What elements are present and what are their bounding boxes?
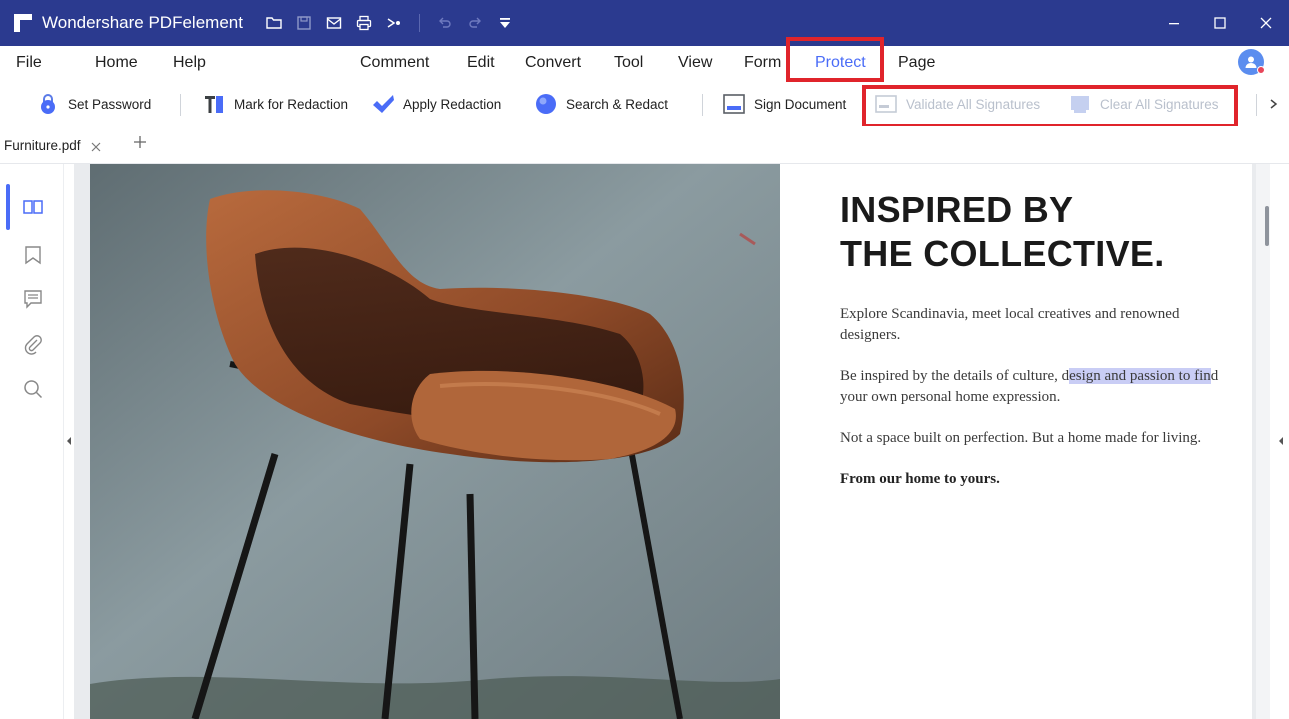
checkmark-icon [371, 92, 395, 116]
separator [418, 14, 420, 32]
share-icon[interactable] [379, 8, 409, 38]
clear-all-signatures-label: Clear All Signatures [1100, 96, 1219, 112]
comment-icon[interactable] [22, 288, 44, 310]
paragraph-3: Not a space built on perfection. But a h… [840, 430, 1202, 446]
paragraph-2-start: Be inspired by the details of culture, d [840, 368, 1070, 384]
customize-dropdown-icon[interactable] [490, 8, 520, 38]
menu-bar: File Home Help Comment Edit Convert Tool… [0, 46, 1289, 82]
add-tab-icon[interactable] [132, 134, 148, 150]
pdfelement-logo-icon [14, 14, 32, 32]
title-bar: Wondershare PDFelement [0, 0, 1289, 46]
menu-page[interactable]: Page [898, 46, 935, 82]
mail-icon[interactable] [319, 8, 349, 38]
user-avatar[interactable] [1238, 49, 1265, 75]
validate-all-signatures-button[interactable]: Validate All Signatures [874, 88, 1040, 120]
active-indicator [6, 184, 10, 230]
clear-signature-icon [1068, 92, 1092, 116]
minimize-icon[interactable] [1151, 0, 1197, 46]
mark-redaction-icon [202, 92, 226, 116]
redo-icon[interactable] [460, 8, 490, 38]
lock-icon [36, 92, 60, 116]
validate-all-signatures-label: Validate All Signatures [906, 96, 1041, 112]
vertical-scrollbar[interactable] [1256, 164, 1270, 719]
folder-icon[interactable] [259, 8, 289, 38]
sign-document-icon [722, 92, 746, 116]
close-tab-icon[interactable] [91, 140, 101, 152]
heading-line-2: THE COLLECTIVE. [840, 233, 1165, 274]
paragraph-1: Explore Scandinavia, meet local creative… [840, 306, 1180, 343]
search-redact-label: Search & Redact [566, 96, 669, 112]
menu-file[interactable]: File [16, 46, 42, 82]
mark-for-redaction-button[interactable]: Mark for Redaction [202, 88, 348, 120]
separator [180, 94, 181, 116]
chevron-right-icon [1270, 99, 1278, 109]
menu-protect[interactable]: Protect [815, 46, 866, 82]
separator [702, 94, 703, 116]
apply-redaction-label: Apply Redaction [403, 96, 502, 112]
menu-edit[interactable]: Edit [467, 46, 495, 82]
document-tabs: Furniture.pdf [0, 126, 1289, 164]
menu-form[interactable]: Form [744, 46, 781, 82]
paragraph-2: Be inspired by the details of culture, d… [840, 366, 1240, 408]
bookmark-icon[interactable] [22, 244, 44, 266]
attachment-icon[interactable] [22, 334, 44, 356]
set-password-button[interactable]: Set Password [36, 88, 151, 120]
apply-redaction-button[interactable]: Apply Redaction [371, 88, 501, 120]
maximize-icon[interactable] [1197, 0, 1243, 46]
menu-view[interactable]: View [678, 46, 712, 82]
menu-comment[interactable]: Comment [360, 46, 429, 82]
menu-convert[interactable]: Convert [525, 46, 581, 82]
scrollbar-thumb[interactable] [1265, 206, 1269, 246]
left-sidebar [0, 164, 64, 719]
close-icon[interactable] [1243, 0, 1289, 46]
notification-dot [1257, 66, 1265, 74]
collapse-left-panel-icon[interactable] [64, 434, 74, 448]
undo-icon[interactable] [430, 8, 460, 38]
save-icon[interactable] [289, 8, 319, 38]
quick-access-toolbar [259, 8, 520, 38]
search-redact-button[interactable]: Search & Redact [534, 88, 668, 120]
menu-tool[interactable]: Tool [614, 46, 643, 82]
menu-home[interactable]: Home [95, 46, 138, 82]
selected-text[interactable]: esign and passion to fin [1069, 368, 1211, 384]
chair-photo [90, 164, 780, 719]
sign-document-label: Sign Document [754, 96, 847, 112]
print-icon[interactable] [349, 8, 379, 38]
paragraph-4: From our home to yours. [840, 471, 1000, 487]
clear-all-signatures-button[interactable]: Clear All Signatures [1068, 88, 1219, 120]
set-password-label: Set Password [68, 96, 152, 112]
validate-signature-icon [874, 92, 898, 116]
tab-furniture-pdf[interactable]: Furniture.pdf [4, 134, 101, 156]
thumbnails-icon[interactable] [22, 196, 44, 218]
document-viewer: INSPIRED BY THE COLLECTIVE. Explore Scan… [74, 164, 1270, 719]
heading-line-1: INSPIRED BY [840, 189, 1074, 230]
protect-toolbar: Set Password Mark for Redaction Apply Re… [0, 82, 1289, 126]
search-redact-icon [534, 92, 558, 116]
app-title: Wondershare PDFelement [42, 13, 243, 32]
collapse-right-panel-icon[interactable] [1276, 434, 1286, 448]
menu-help[interactable]: Help [173, 46, 206, 82]
page-text: INSPIRED BY THE COLLECTIVE. Explore Scan… [840, 188, 1240, 490]
toolbar-more-button[interactable] [1268, 94, 1280, 114]
search-icon[interactable] [22, 378, 44, 400]
sign-document-button[interactable]: Sign Document [722, 88, 846, 120]
window-controls [1151, 0, 1289, 46]
pdfelement-window: Wondershare PDFelement File Home Help Co… [0, 0, 1289, 719]
pdf-page: INSPIRED BY THE COLLECTIVE. Explore Scan… [90, 164, 1252, 719]
separator [1256, 94, 1257, 116]
tab-file-name: Furniture.pdf [4, 137, 81, 153]
mark-for-redaction-label: Mark for Redaction [234, 96, 349, 112]
